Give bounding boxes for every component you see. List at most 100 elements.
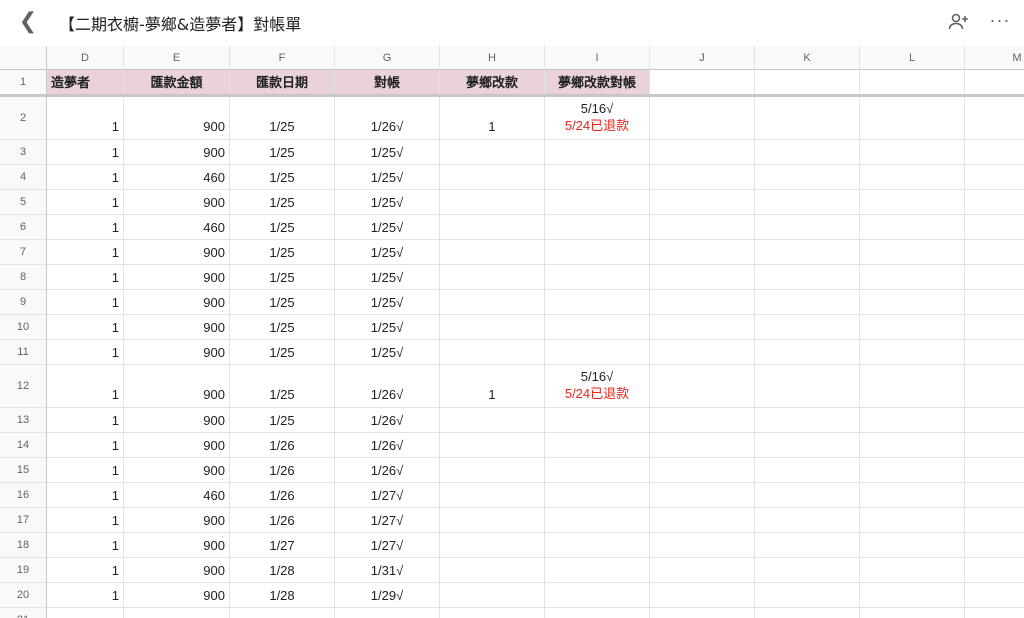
row-header-18[interactable]: 18 xyxy=(0,533,47,558)
cell-k14[interactable] xyxy=(755,433,860,458)
cell-h15[interactable] xyxy=(440,458,545,483)
chevron-left-icon[interactable]: ❮ xyxy=(18,9,38,33)
cell-g6[interactable]: 1/25√ xyxy=(335,215,440,240)
cell-i5[interactable] xyxy=(545,190,650,215)
cell-i3[interactable] xyxy=(545,140,650,165)
cell-g3[interactable]: 1/25√ xyxy=(335,140,440,165)
cell-l18[interactable] xyxy=(860,533,965,558)
cell-f16[interactable]: 1/26 xyxy=(230,483,335,508)
cell-i7[interactable] xyxy=(545,240,650,265)
more-horizontal-icon[interactable]: ··· xyxy=(988,10,1012,34)
cell-h3[interactable] xyxy=(440,140,545,165)
cell-j3[interactable] xyxy=(650,140,755,165)
cell-e15[interactable]: 900 xyxy=(124,458,230,483)
cell-f2[interactable]: 1/25 xyxy=(230,97,335,140)
header-cell-k[interactable] xyxy=(755,70,860,95)
cell-m11[interactable] xyxy=(965,340,1024,365)
cell-g4[interactable]: 1/25√ xyxy=(335,165,440,190)
cell-m10[interactable] xyxy=(965,315,1024,340)
cell-l20[interactable] xyxy=(860,583,965,608)
cell-i9[interactable] xyxy=(545,290,650,315)
cell-m17[interactable] xyxy=(965,508,1024,533)
row-header-3[interactable]: 3 xyxy=(0,140,47,165)
cell-j8[interactable] xyxy=(650,265,755,290)
cell-j10[interactable] xyxy=(650,315,755,340)
document-title[interactable]: 【二期衣櫥-夢鄉&造夢者】對帳單 xyxy=(59,11,301,35)
cell-m8[interactable] xyxy=(965,265,1024,290)
column-header-i[interactable]: I xyxy=(545,46,650,70)
cell-k4[interactable] xyxy=(755,165,860,190)
cell-i6[interactable] xyxy=(545,215,650,240)
cell-j9[interactable] xyxy=(650,290,755,315)
row-header-19[interactable]: 19 xyxy=(0,558,47,583)
cell-d19[interactable]: 1 xyxy=(47,558,124,583)
cell-d4[interactable]: 1 xyxy=(47,165,124,190)
cell-e10[interactable]: 900 xyxy=(124,315,230,340)
cell-j5[interactable] xyxy=(650,190,755,215)
cell-g2[interactable]: 1/26√ xyxy=(335,97,440,140)
cell-m3[interactable] xyxy=(965,140,1024,165)
cell-k7[interactable] xyxy=(755,240,860,265)
cell-d2[interactable]: 1 xyxy=(47,97,124,140)
cell-l5[interactable] xyxy=(860,190,965,215)
cell-h5[interactable] xyxy=(440,190,545,215)
cell-g13[interactable]: 1/26√ xyxy=(335,408,440,433)
cell-d16[interactable]: 1 xyxy=(47,483,124,508)
cell-f20[interactable]: 1/28 xyxy=(230,583,335,608)
header-cell-e[interactable]: 匯款金額 xyxy=(124,70,230,95)
row-header-11[interactable]: 11 xyxy=(0,340,47,365)
header-cell-h[interactable]: 夢鄉改款 xyxy=(440,70,545,95)
cell-j12[interactable] xyxy=(650,365,755,408)
cell-g14[interactable]: 1/26√ xyxy=(335,433,440,458)
cell-e18[interactable]: 900 xyxy=(124,533,230,558)
cell-k19[interactable] xyxy=(755,558,860,583)
column-header-j[interactable]: J xyxy=(650,46,755,70)
cell-g21[interactable] xyxy=(335,608,440,618)
cell-k9[interactable] xyxy=(755,290,860,315)
cell-i15[interactable] xyxy=(545,458,650,483)
cell-l7[interactable] xyxy=(860,240,965,265)
select-all-corner[interactable] xyxy=(0,46,47,70)
cell-f17[interactable]: 1/26 xyxy=(230,508,335,533)
cell-e13[interactable]: 900 xyxy=(124,408,230,433)
header-cell-j[interactable] xyxy=(650,70,755,95)
cell-l3[interactable] xyxy=(860,140,965,165)
cell-d21[interactable] xyxy=(47,608,124,618)
column-header-d[interactable]: D xyxy=(47,46,124,70)
cell-d5[interactable]: 1 xyxy=(47,190,124,215)
cell-e4[interactable]: 460 xyxy=(124,165,230,190)
cell-f11[interactable]: 1/25 xyxy=(230,340,335,365)
cell-l2[interactable] xyxy=(860,97,965,140)
column-header-l[interactable]: L xyxy=(860,46,965,70)
cell-e19[interactable]: 900 xyxy=(124,558,230,583)
cell-j17[interactable] xyxy=(650,508,755,533)
cell-f6[interactable]: 1/25 xyxy=(230,215,335,240)
row-header-5[interactable]: 5 xyxy=(0,190,47,215)
cell-i12[interactable]: 5/16√ 5/24已退款 xyxy=(545,365,650,408)
cell-f12[interactable]: 1/25 xyxy=(230,365,335,408)
cell-h7[interactable] xyxy=(440,240,545,265)
cell-h19[interactable] xyxy=(440,558,545,583)
cell-f18[interactable]: 1/27 xyxy=(230,533,335,558)
cell-d20[interactable]: 1 xyxy=(47,583,124,608)
cell-d9[interactable]: 1 xyxy=(47,290,124,315)
cell-j2[interactable] xyxy=(650,97,755,140)
cell-g19[interactable]: 1/31√ xyxy=(335,558,440,583)
cell-j13[interactable] xyxy=(650,408,755,433)
cell-j4[interactable] xyxy=(650,165,755,190)
cell-d13[interactable]: 1 xyxy=(47,408,124,433)
cell-e5[interactable]: 900 xyxy=(124,190,230,215)
cell-e11[interactable]: 900 xyxy=(124,340,230,365)
cell-m14[interactable] xyxy=(965,433,1024,458)
cell-k5[interactable] xyxy=(755,190,860,215)
cell-m9[interactable] xyxy=(965,290,1024,315)
cell-l17[interactable] xyxy=(860,508,965,533)
cell-h9[interactable] xyxy=(440,290,545,315)
cell-l9[interactable] xyxy=(860,290,965,315)
cell-d11[interactable]: 1 xyxy=(47,340,124,365)
cell-k8[interactable] xyxy=(755,265,860,290)
cell-k20[interactable] xyxy=(755,583,860,608)
cell-i2[interactable]: 5/16√ 5/24已退款 xyxy=(545,97,650,140)
cell-k10[interactable] xyxy=(755,315,860,340)
cell-h17[interactable] xyxy=(440,508,545,533)
